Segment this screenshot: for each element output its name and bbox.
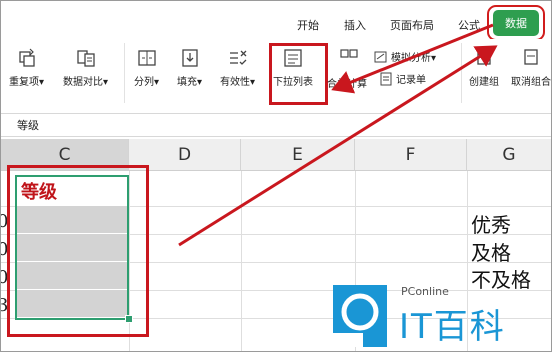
watermark-big-text: IT百科 (399, 307, 506, 347)
watermark: PConline IT百科 (331, 281, 551, 351)
watermark-logo-icon (333, 285, 387, 347)
app-window: 开始 插入 页面布局 公式 数据 重复项▾ 数据对比▾ 分列▾ 填充▾ 有效性▾… (0, 0, 552, 352)
arrow-to-data-tab (178, 45, 498, 247)
arrow-to-dropdown-list (331, 23, 494, 94)
watermark-small-text: PConline (401, 285, 449, 298)
